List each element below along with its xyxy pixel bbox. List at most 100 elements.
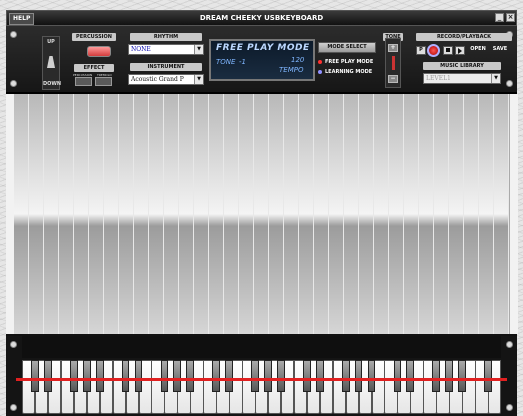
black-key[interactable] — [186, 360, 195, 392]
mode-option-learning[interactable]: LEARNING MODE — [318, 69, 372, 75]
app-title: DREAM CHEEKY USBKEYBOARD — [199, 14, 324, 22]
save-button[interactable]: SAVE — [490, 46, 510, 55]
roll-column — [134, 94, 148, 334]
black-key[interactable] — [251, 360, 259, 392]
tone-up-button[interactable]: + — [388, 44, 398, 52]
roll-column — [464, 94, 478, 334]
screw-icon — [506, 80, 513, 87]
tone-slider-icon — [392, 56, 395, 70]
chevron-down-icon: ▼ — [194, 75, 203, 84]
minimize-button[interactable]: _ — [495, 13, 504, 22]
effect-button-2[interactable] — [95, 77, 112, 86]
chevron-down-icon: ▼ — [194, 45, 203, 54]
black-key[interactable] — [445, 360, 454, 392]
music-library-select[interactable]: LEVEL1 ▼ — [423, 73, 501, 84]
chevron-down-icon: ▼ — [491, 74, 500, 83]
stop-icon — [446, 48, 450, 52]
play-mode-button[interactable]: P — [416, 46, 426, 55]
lcd-tempo-value: 120 — [291, 56, 305, 64]
mode-option-free-play[interactable]: FREE PLAY MODE — [318, 59, 373, 65]
stop-button[interactable] — [443, 46, 453, 55]
roll-column — [29, 94, 43, 334]
instrument-value: Acoustic Grand P — [131, 76, 184, 83]
roll-column — [164, 94, 178, 334]
lcd-tone-value: -1 — [239, 58, 246, 66]
black-key[interactable] — [121, 360, 130, 392]
tempo-up-button[interactable]: UP — [43, 39, 59, 45]
black-key[interactable] — [31, 360, 39, 392]
screw-icon — [10, 404, 17, 411]
close-button[interactable]: × — [506, 13, 515, 22]
black-key[interactable] — [406, 360, 415, 392]
roll-column — [269, 94, 283, 334]
roll-column — [404, 94, 418, 334]
roll-column — [44, 94, 58, 334]
roll-column — [329, 94, 343, 334]
roll-column — [494, 94, 508, 334]
black-key[interactable] — [134, 360, 143, 392]
roll-column — [14, 94, 28, 334]
black-key[interactable] — [354, 360, 363, 392]
roll-column — [314, 94, 328, 334]
note-roll — [6, 94, 518, 334]
open-button[interactable]: OPEN — [468, 46, 488, 55]
black-key[interactable] — [82, 360, 91, 392]
rhythm-value: NONE — [131, 46, 151, 53]
black-key[interactable] — [341, 360, 350, 392]
music-library-value: LEVEL1 — [426, 75, 451, 82]
keyboard-top-strip — [22, 336, 501, 358]
black-key[interactable] — [69, 360, 78, 392]
black-key[interactable] — [367, 360, 376, 392]
roll-column — [299, 94, 313, 334]
record-button[interactable] — [427, 44, 440, 57]
black-key[interactable] — [315, 360, 324, 392]
roll-column — [119, 94, 133, 334]
screw-icon — [506, 341, 513, 348]
black-key[interactable] — [432, 360, 441, 392]
radio-dot-icon — [318, 69, 322, 74]
roll-column — [374, 94, 388, 334]
roll-column — [254, 94, 268, 334]
black-key[interactable] — [393, 360, 402, 392]
black-key[interactable] — [484, 360, 492, 392]
black-key[interactable] — [160, 360, 169, 392]
tone-control: + − — [385, 38, 401, 88]
roll-column — [149, 94, 163, 334]
black-key[interactable] — [264, 360, 272, 392]
roll-column — [344, 94, 358, 334]
black-key[interactable] — [95, 360, 104, 392]
effect-button-1[interactable] — [75, 77, 92, 86]
roll-column — [224, 94, 238, 334]
black-key[interactable] — [212, 360, 221, 392]
piano-keys — [22, 360, 502, 414]
mode-select-button[interactable]: MODE SELECT — [318, 42, 376, 53]
tone-down-button[interactable]: − — [388, 75, 398, 83]
black-key[interactable] — [458, 360, 467, 392]
screw-icon — [10, 80, 17, 87]
roll-column — [239, 94, 253, 334]
rhythm-select[interactable]: NONE ▼ — [128, 44, 204, 55]
tempo-down-button[interactable]: DOWN — [43, 81, 61, 87]
black-key[interactable] — [302, 360, 311, 392]
roll-column — [194, 94, 208, 334]
roll-column — [389, 94, 403, 334]
black-key[interactable] — [225, 360, 234, 392]
roll-column — [419, 94, 433, 334]
record-playback-label: RECORD/PLAYBACK — [416, 33, 512, 41]
instrument-select[interactable]: Acoustic Grand P ▼ — [128, 74, 204, 85]
play-button[interactable] — [455, 46, 465, 55]
roll-column — [284, 94, 298, 334]
black-key[interactable] — [173, 360, 182, 392]
roll-column — [89, 94, 103, 334]
screw-icon — [10, 31, 17, 38]
radio-dot-icon — [318, 59, 322, 64]
play-icon — [458, 48, 462, 54]
black-key[interactable] — [44, 360, 52, 392]
percussion-button[interactable] — [87, 46, 111, 57]
tempo-control: UP DOWN — [42, 36, 61, 90]
roll-column — [209, 94, 223, 334]
black-key[interactable] — [277, 360, 285, 392]
screw-icon — [506, 404, 513, 411]
metronome-icon — [47, 56, 55, 68]
roll-column — [59, 94, 73, 334]
